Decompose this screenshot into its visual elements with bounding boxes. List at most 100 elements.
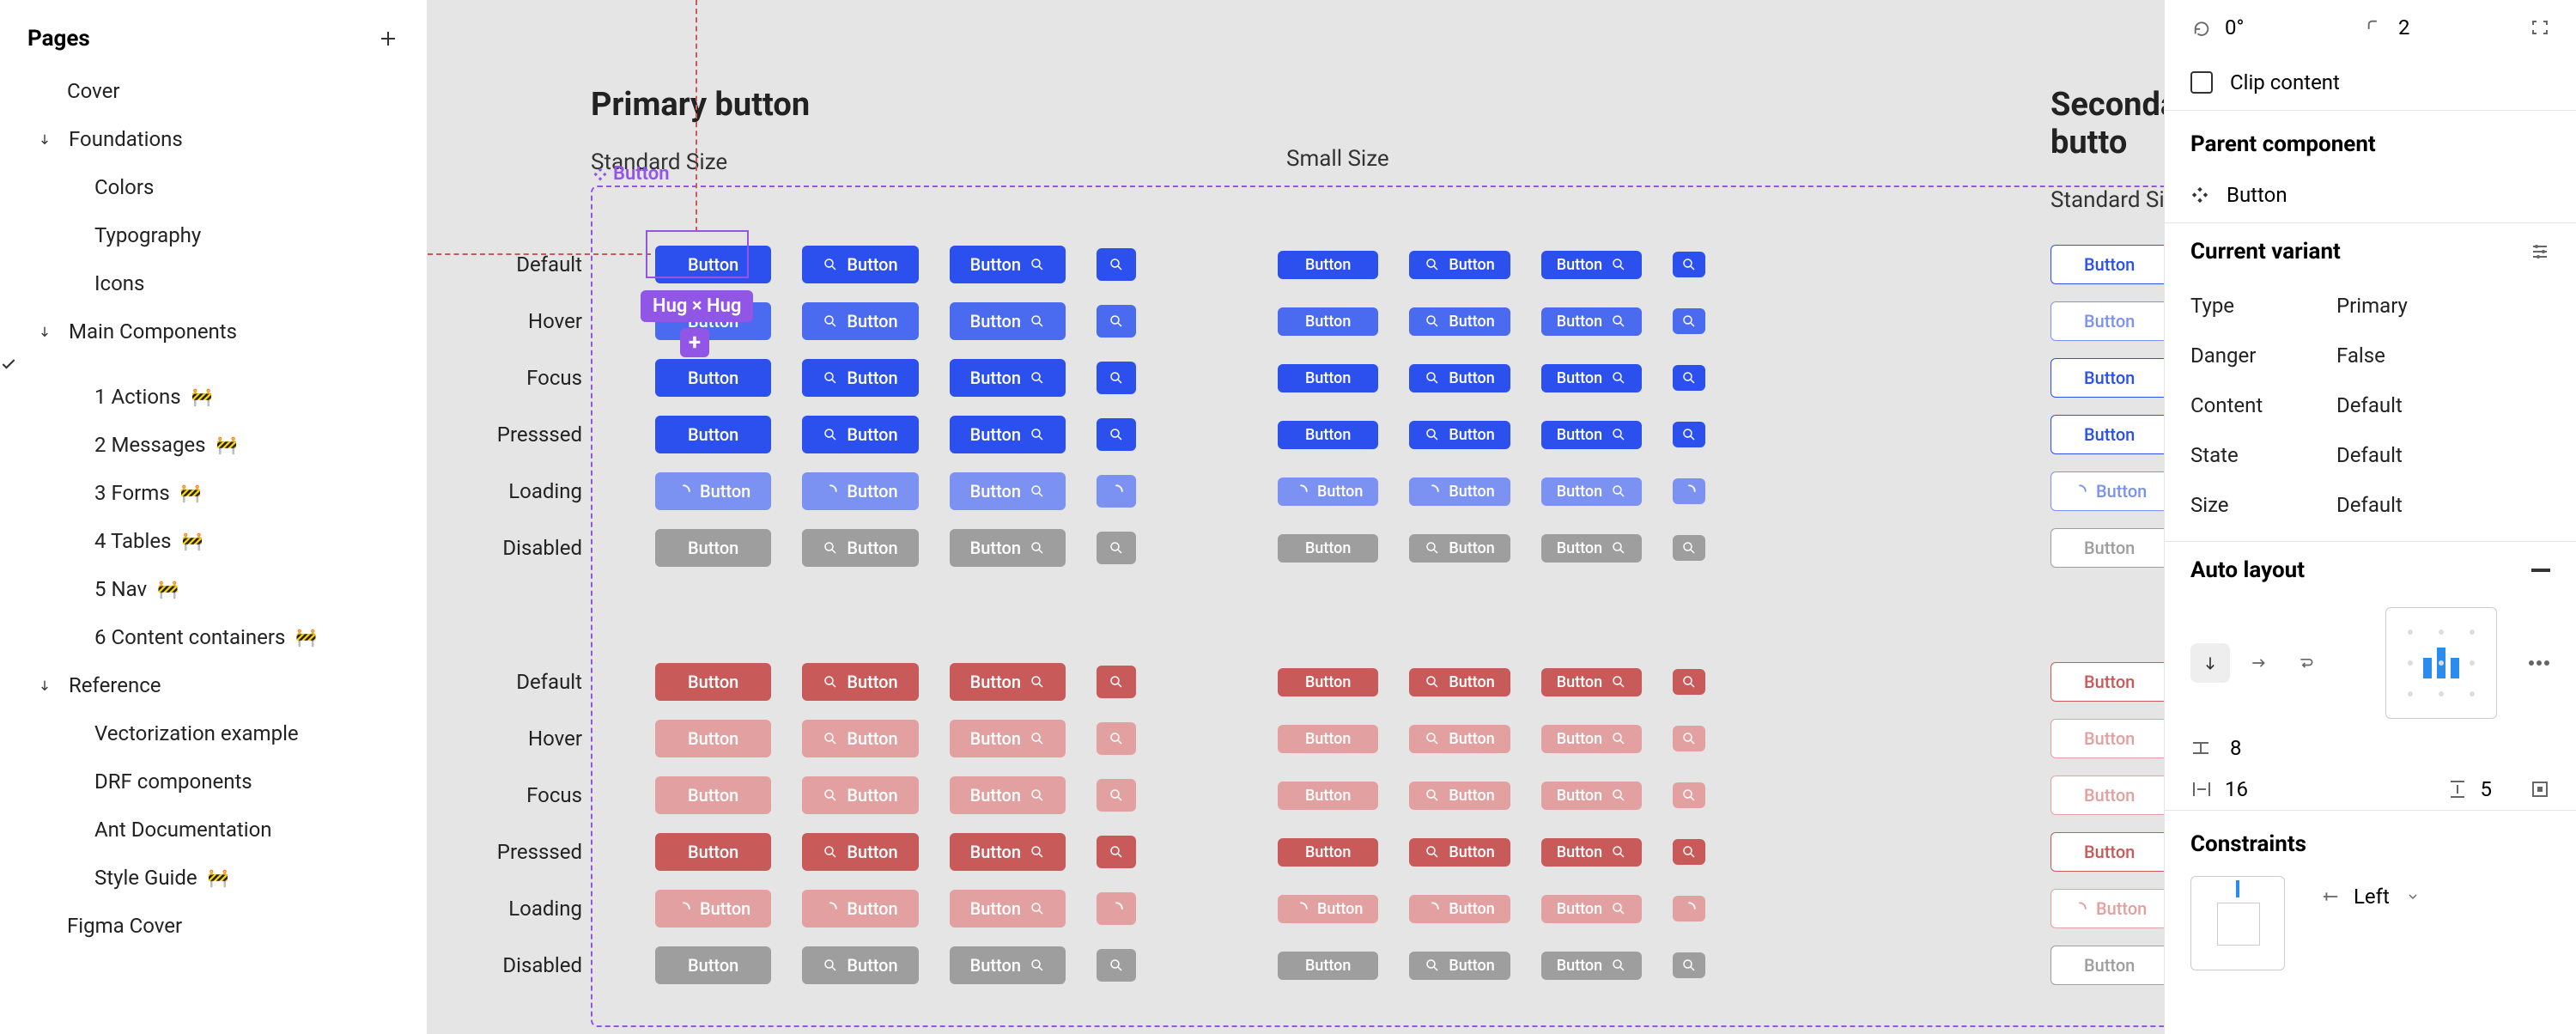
button-variant[interactable] [1097,836,1136,868]
direction-vertical-button[interactable] [2190,643,2230,683]
button-variant[interactable]: Button [655,663,771,701]
corner-radius-value[interactable]: 2 [2398,15,2410,40]
direction-wrap-button[interactable] [2287,643,2326,683]
auto-layout-more-button[interactable] [2528,660,2550,666]
alignment-box[interactable] [2385,607,2497,719]
button-variant[interactable]: Button [1541,251,1642,279]
button-variant[interactable] [1673,478,1705,504]
button-variant[interactable]: Button [1278,251,1378,279]
button-variant[interactable]: Button [802,890,918,928]
clip-content-checkbox[interactable] [2190,71,2213,94]
button-variant[interactable]: Button [950,302,1066,340]
page-item-main-components[interactable]: Main Components [0,307,427,356]
page-item-5-nav[interactable]: 5 Nav 🚧 [0,565,427,613]
individual-padding-button[interactable] [2530,779,2550,800]
parent-component-name[interactable]: Button [2227,183,2287,207]
button-variant[interactable]: Button [950,359,1066,397]
button-variant[interactable] [1097,722,1136,755]
button-variant[interactable] [1097,666,1136,698]
button-variant[interactable]: Button [655,833,771,871]
button-variant[interactable] [1673,782,1705,808]
button-variant[interactable] [1673,669,1705,695]
page-item-foundations[interactable]: Foundations [0,115,427,163]
button-variant[interactable]: Button [1278,782,1378,810]
button-variant[interactable]: Button [950,833,1066,871]
button-variant[interactable]: Button [1409,534,1510,563]
button-variant[interactable]: Button [655,472,771,510]
button-variant[interactable] [1673,839,1705,865]
button-variant[interactable]: Button [655,359,771,397]
button-variant[interactable] [1673,252,1705,277]
constraint-h-value[interactable]: Left [2354,885,2390,909]
variant-prop-value[interactable]: False [2336,344,2550,368]
variant-prop-value[interactable]: Default [2336,493,2550,517]
button-variant[interactable]: Button [802,720,918,757]
button-variant[interactable]: Button [802,663,918,701]
button-variant[interactable]: Button [2050,471,2164,511]
button-variant[interactable] [1673,896,1705,921]
button-variant[interactable]: Button [1278,421,1378,449]
page-item-1-actions[interactable]: 1 Actions 🚧 [0,373,427,421]
button-variant[interactable]: Button [1278,477,1378,506]
button-variant[interactable] [1673,952,1705,978]
page-item-typography[interactable]: Typography [0,211,427,259]
button-variant[interactable]: Button [950,416,1066,453]
button-variant[interactable] [1097,248,1136,281]
button-variant[interactable]: Button [802,416,918,453]
button-variant[interactable]: Button [1409,477,1510,506]
button-variant[interactable]: Button [1278,307,1378,336]
add-page-button[interactable] [377,27,399,50]
button-variant[interactable]: Button [1541,307,1642,336]
page-item-ant-documentation[interactable]: Ant Documentation [0,806,427,854]
button-variant[interactable]: Button [1541,838,1642,867]
button-variant[interactable]: Button [1409,364,1510,392]
padding-h-value[interactable]: 16 [2225,777,2248,801]
button-variant[interactable] [1097,418,1136,451]
button-variant[interactable]: Button [2050,776,2164,815]
button-variant[interactable]: Button [950,890,1066,928]
remove-auto-layout-button[interactable] [2531,569,2550,572]
button-variant[interactable]: Button [1541,725,1642,753]
button-variant[interactable]: Button [1409,307,1510,336]
rotation-value[interactable]: 0° [2225,15,2244,40]
button-variant[interactable]: Button [950,529,1066,567]
button-variant[interactable]: Button [950,776,1066,814]
button-variant[interactable]: Button [950,246,1066,283]
page-item-3-forms[interactable]: 3 Forms 🚧 [0,469,427,517]
button-variant[interactable]: Button [802,359,918,397]
button-variant[interactable] [1673,308,1705,334]
button-variant[interactable]: Button [655,529,771,567]
variant-settings-button[interactable] [2530,241,2550,262]
page-item-4-tables[interactable]: 4 Tables 🚧 [0,517,427,565]
add-variant-button[interactable]: + [680,328,709,357]
canvas[interactable]: Primary button Standard Size Small Size … [428,0,2164,1034]
button-variant[interactable]: Button [2050,889,2164,928]
button-variant[interactable]: Button [2050,946,2164,985]
padding-v-value[interactable]: 5 [2481,777,2493,801]
variant-prop-value[interactable]: Default [2336,443,2550,467]
page-item-reference[interactable]: Reference [0,661,427,709]
button-variant[interactable]: Button [655,776,771,814]
button-variant[interactable]: Button [802,529,918,567]
button-variant[interactable] [1673,365,1705,391]
button-variant[interactable]: Button [2050,245,2164,284]
button-variant[interactable]: Button [1278,895,1378,923]
button-variant[interactable]: Button [802,472,918,510]
page-item-6-content-containers[interactable]: 6 Content containers 🚧 [0,613,427,661]
button-variant[interactable]: Button [2050,832,2164,872]
button-variant[interactable]: Button [1541,534,1642,563]
button-variant[interactable]: Button [1541,668,1642,696]
button-variant[interactable]: Button [2050,719,2164,758]
button-variant[interactable]: Button [1409,895,1510,923]
button-variant[interactable]: Button [802,302,918,340]
button-variant[interactable] [1673,422,1705,447]
variant-prop-value[interactable]: Primary [2336,294,2550,318]
button-variant[interactable]: Button [2050,528,2164,568]
button-variant[interactable]: Button [1409,782,1510,810]
button-variant[interactable]: Button [2050,358,2164,398]
button-variant[interactable]: Button [1409,838,1510,867]
button-variant[interactable]: Button [1409,251,1510,279]
component-tag[interactable]: Button [592,163,670,185]
button-variant[interactable]: Button [655,720,771,757]
button-variant[interactable]: Button [2050,662,2164,702]
